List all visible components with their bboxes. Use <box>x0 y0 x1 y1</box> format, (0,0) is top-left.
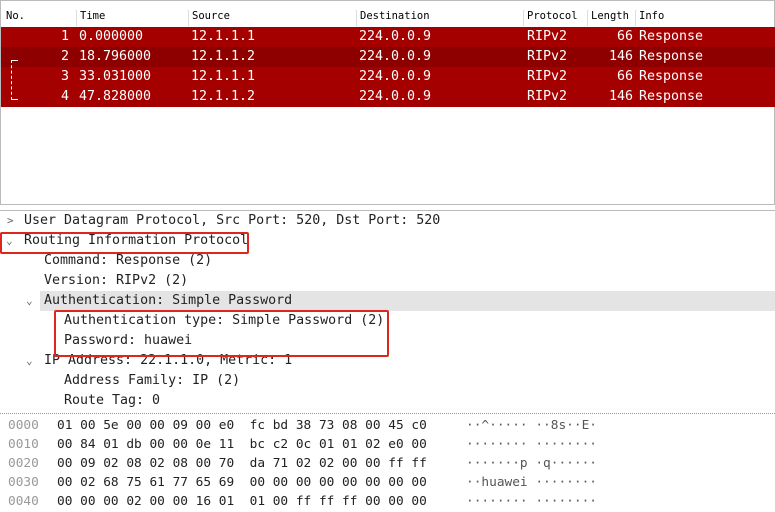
cell-source: 12.1.1.1 <box>191 29 256 44</box>
packet-list-header: No. Time Source Destination Protocol Len… <box>1 7 774 26</box>
tree-label: Authentication: Simple Password <box>44 293 293 308</box>
hex-row[interactable]: 0010 00 84 01 db 00 00 0e 11 bc c2 0c 01 … <box>0 435 775 455</box>
hex-ascii: ·······p ·q······ <box>466 456 597 471</box>
hex-offset: 0000 <box>8 418 39 433</box>
hex-row[interactable]: 0030 00 02 68 75 61 77 65 69 00 00 00 00 … <box>0 473 775 493</box>
cell-time: 18.796000 <box>79 49 152 64</box>
cell-length: 66 <box>616 69 633 84</box>
packet-row[interactable]: 1 0.000000 12.1.1.1 224.0.0.9 RIPv2 66 Respons… <box>1 27 775 47</box>
tree-label: Route Tag: 0 <box>64 393 161 408</box>
hex-offset: 0030 <box>8 475 39 490</box>
cell-destination: 224.0.0.9 <box>359 89 432 104</box>
column-destination[interactable]: Destination <box>356 10 430 26</box>
cell-protocol: RIPv2 <box>527 29 568 44</box>
hex-bytes: 00 09 02 08 02 08 00 70 da 71 02 02 00 0… <box>57 456 427 471</box>
hex-ascii: ··^····· ··8s··E· <box>466 418 597 433</box>
tree-label: Address Family: IP (2) <box>64 373 241 388</box>
hex-offset: 0040 <box>8 494 39 509</box>
cell-info: Response <box>639 69 704 84</box>
expand-arrow-icon[interactable]: > <box>7 211 14 231</box>
cell-info: Response <box>639 29 704 44</box>
cell-length: 146 <box>608 89 633 104</box>
hex-bytes: 00 84 01 db 00 00 0e 11 bc c2 0c 01 01 0… <box>57 437 427 452</box>
tree-udp[interactable]: > User Datagram Protocol, Src Port: 520, … <box>0 211 775 231</box>
collapse-arrow-icon[interactable]: ⌄ <box>26 351 33 371</box>
hex-offset: 0020 <box>8 456 39 471</box>
packet-row[interactable]: 2 18.796000 12.1.1.2 224.0.0.9 RIPv2 146 Respo… <box>1 47 775 67</box>
highlight-box-auth <box>54 310 389 357</box>
cell-length: 146 <box>608 49 633 64</box>
hex-row[interactable]: 0000 01 00 5e 00 00 09 00 e0 fc bd 38 73 … <box>0 416 775 436</box>
cell-no: 1 <box>60 29 69 44</box>
cell-source: 12.1.1.2 <box>191 89 256 104</box>
tree-label: Version: RIPv2 (2) <box>44 273 189 288</box>
hex-offset: 0010 <box>8 437 39 452</box>
tree-authentication[interactable]: Authentication: Simple Password <box>40 291 775 311</box>
cell-length: 66 <box>616 29 633 44</box>
hex-row[interactable]: 0020 00 09 02 08 02 08 00 70 da 71 02 02 … <box>0 454 775 474</box>
tree-address-family[interactable]: Address Family: IP (2) <box>0 371 775 391</box>
packet-row[interactable]: 3 33.031000 12.1.1.1 224.0.0.9 RIPv2 66 Respon… <box>1 67 775 87</box>
hex-bytes: 00 02 68 75 61 77 65 69 00 00 00 00 00 0… <box>57 475 427 490</box>
cell-source: 12.1.1.2 <box>191 49 256 64</box>
cell-protocol: RIPv2 <box>527 89 568 104</box>
packet-details[interactable]: > User Datagram Protocol, Src Port: 520, … <box>0 210 775 410</box>
cell-time: 33.031000 <box>79 69 152 84</box>
tree-label: Command: Response (2) <box>44 253 213 268</box>
hex-ascii: ········ ········ <box>466 437 597 452</box>
cell-protocol: RIPv2 <box>527 69 568 84</box>
tree-route-tag[interactable]: Route Tag: 0 <box>0 391 775 411</box>
packet-bytes[interactable]: 0000 01 00 5e 00 00 09 00 e0 fc bd 38 73 … <box>0 413 775 509</box>
column-length[interactable]: Length <box>587 10 629 26</box>
cell-info: Response <box>639 89 704 104</box>
hex-row[interactable]: 0040 00 00 00 02 00 00 16 01 01 00 ff ff … <box>0 492 775 512</box>
collapse-arrow-icon[interactable]: ⌄ <box>26 291 33 311</box>
packet-row[interactable]: 4 47.828000 12.1.1.2 224.0.0.9 RIPv2 146 Respo… <box>1 87 775 107</box>
cell-destination: 224.0.0.9 <box>359 69 432 84</box>
hex-ascii: ········ ········ <box>466 494 597 509</box>
cell-destination: 224.0.0.9 <box>359 29 432 44</box>
column-protocol[interactable]: Protocol <box>523 10 578 26</box>
cell-destination: 224.0.0.9 <box>359 49 432 64</box>
column-info[interactable]: Info <box>635 10 664 26</box>
conversation-bracket-icon <box>11 60 18 100</box>
cell-time: 0.000000 <box>79 29 144 44</box>
column-no[interactable]: No. <box>3 10 25 26</box>
cell-time: 47.828000 <box>79 89 152 104</box>
hex-bytes: 00 00 00 02 00 00 16 01 01 00 ff ff ff 0… <box>57 494 427 509</box>
hex-bytes: 01 00 5e 00 00 09 00 e0 fc bd 38 73 08 0… <box>57 418 427 433</box>
hex-ascii: ··huawei ········ <box>466 475 597 490</box>
cell-info: Response <box>639 49 704 64</box>
column-source[interactable]: Source <box>188 10 230 26</box>
highlight-box-rip <box>0 232 249 254</box>
column-time[interactable]: Time <box>76 10 105 26</box>
tree-label: User Datagram Protocol, Src Port: 520, D… <box>24 213 441 228</box>
tree-command[interactable]: Command: Response (2) <box>0 251 775 271</box>
tree-version[interactable]: Version: RIPv2 (2) <box>0 271 775 291</box>
packet-list[interactable]: No. Time Source Destination Protocol Len… <box>0 0 775 205</box>
cell-source: 12.1.1.1 <box>191 69 256 84</box>
cell-protocol: RIPv2 <box>527 49 568 64</box>
